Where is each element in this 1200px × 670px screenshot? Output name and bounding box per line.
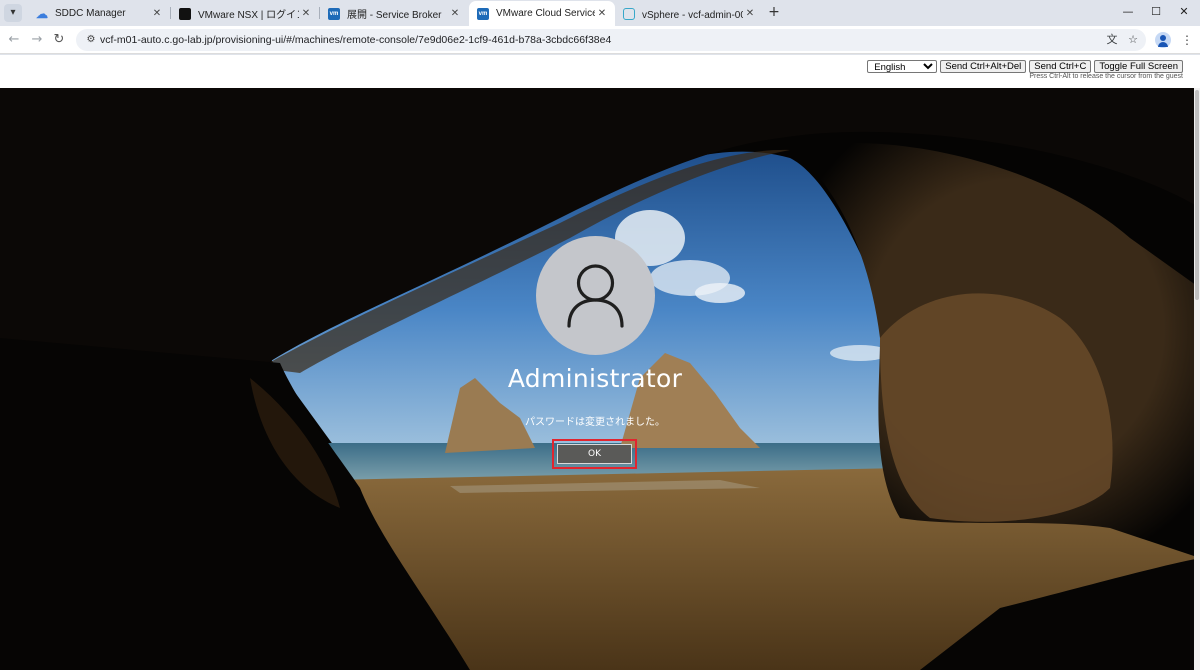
tab-vsphere[interactable]: vSphere - vcf-admin-005 - サマ ✕: [615, 1, 763, 26]
vmware-icon: vm: [477, 7, 489, 20]
bookmark-star-icon[interactable]: ☆: [1126, 33, 1140, 47]
release-cursor-hint: Press Ctrl-Alt to release the cursor fro…: [1029, 73, 1183, 80]
language-select[interactable]: English: [867, 60, 938, 73]
new-tab-button[interactable]: +: [767, 5, 781, 19]
url-text[interactable]: vcf-m01-auto.c.go-lab.jp/provisioning-ui…: [100, 33, 611, 47]
tab-service-broker[interactable]: vm 展開 - Service Broker ✕: [320, 1, 468, 26]
tab-vmware-cloud-services[interactable]: vm VMware Cloud Services ✕: [469, 1, 615, 26]
console-header: English Send Ctrl+Alt+Del Send Ctrl+C To…: [0, 55, 1200, 88]
ok-button[interactable]: OK: [557, 444, 632, 464]
tab-title: 展開 - Service Broker: [347, 10, 442, 21]
tab-title: VMware NSX | ログイン: [198, 10, 299, 21]
profile-avatar-icon[interactable]: [1155, 32, 1171, 48]
tab-vmware-nsx[interactable]: VMware NSX | ログイン ✕: [171, 1, 319, 26]
user-avatar: [536, 236, 655, 355]
translate-icon[interactable]: 文: [1105, 33, 1119, 47]
page-scrollbar-thumb[interactable]: [1195, 90, 1199, 300]
tab-sddc-manager[interactable]: ☁ SDDC Manager ✕: [28, 1, 170, 26]
browser-toolbar: ← → ↻ ⚙ vcf-m01-auto.c.go-lab.jp/provisi…: [0, 26, 1200, 54]
forward-icon[interactable]: →: [29, 32, 45, 48]
close-icon[interactable]: ✕: [448, 8, 462, 19]
browser-menu-icon[interactable]: ⋮: [1181, 32, 1193, 48]
tab-title: vSphere - vcf-admin-005 - サマ: [642, 10, 743, 21]
send-ctrl-alt-del-button[interactable]: Send Ctrl+Alt+Del: [940, 60, 1027, 73]
tab-title: SDDC Manager: [55, 8, 126, 19]
vsphere-icon: [623, 7, 635, 20]
close-icon[interactable]: ✕: [595, 8, 609, 19]
console-controls: English Send Ctrl+Alt+Del Send Ctrl+C To…: [867, 60, 1183, 73]
remote-console-screen[interactable]: Administrator パスワードは変更されました。 OK: [0, 88, 1200, 670]
cloud-icon: ☁: [36, 6, 48, 21]
maximize-icon[interactable]: ☐: [1149, 5, 1163, 19]
tab-search-icon[interactable]: ▾: [4, 4, 22, 22]
site-settings-icon[interactable]: ⚙: [84, 33, 98, 47]
windows-login-screen: Administrator パスワードは変更されました。 OK: [0, 88, 1200, 670]
user-icon: [567, 264, 624, 328]
nsx-icon: [179, 7, 191, 20]
close-window-icon[interactable]: ✕: [1177, 5, 1191, 19]
close-icon[interactable]: ✕: [743, 8, 757, 19]
back-icon[interactable]: ←: [6, 32, 22, 48]
browser-window: ▾ ☁ SDDC Manager ✕ VMware NSX | ログイン ✕ v…: [0, 0, 1200, 670]
username-label: Administrator: [507, 364, 683, 393]
toggle-full-screen-button[interactable]: Toggle Full Screen: [1094, 60, 1183, 73]
tab-title: VMware Cloud Services: [496, 8, 595, 19]
password-changed-message: パスワードは変更されました。: [525, 417, 665, 428]
tab-strip: ▾ ☁ SDDC Manager ✕ VMware NSX | ログイン ✕ v…: [0, 0, 1200, 26]
close-icon[interactable]: ✕: [299, 8, 313, 19]
reload-icon[interactable]: ↻: [51, 32, 67, 48]
address-bar[interactable]: ⚙ vcf-m01-auto.c.go-lab.jp/provisioning-…: [76, 29, 1146, 51]
close-icon[interactable]: ✕: [150, 8, 164, 19]
send-ctrl-c-button[interactable]: Send Ctrl+C: [1029, 60, 1092, 73]
minimize-icon[interactable]: —: [1121, 5, 1135, 19]
vmware-icon: vm: [328, 7, 340, 20]
